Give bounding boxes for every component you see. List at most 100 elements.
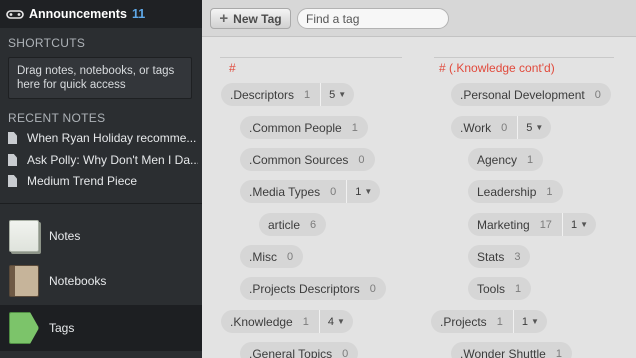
child-count: 5 — [329, 88, 336, 101]
recent-note-item[interactable]: Medium Trend Piece — [8, 172, 198, 190]
child-count: 1 — [521, 315, 528, 328]
recent-note-title: Medium Trend Piece — [27, 174, 138, 188]
account-header[interactable]: Announcements 11 — [0, 0, 202, 28]
tags-icon — [9, 312, 39, 344]
tag-name: Stats — [477, 249, 505, 264]
recent-note-title: When Ryan Holiday recomme... — [27, 131, 197, 145]
tag-item[interactable]: .Media Types 0 1 ▼ — [240, 180, 381, 203]
child-tags-dropdown[interactable]: 5 ▼ — [517, 116, 551, 139]
tag-item[interactable]: .General Topics 0 — [240, 342, 359, 358]
child-tags-dropdown[interactable]: 1 ▼ — [346, 180, 380, 203]
nav-item-tags[interactable]: Tags — [0, 305, 202, 351]
column-heading: # (.Knowledge cont'd) — [439, 61, 555, 75]
tag-item[interactable]: .Descriptors 1 5 ▼ — [221, 83, 355, 106]
tag-item[interactable]: .Knowledge 1 4 ▼ — [221, 310, 353, 333]
tag-count: 1 — [546, 185, 553, 198]
tag-count: 1 — [351, 121, 358, 134]
tag-count: 1 — [304, 88, 311, 101]
tag-item[interactable]: .Wonder Shuttle 1 — [451, 342, 572, 358]
recent-note-item[interactable]: Ask Polly: Why Don't Men I Da... — [8, 151, 198, 169]
nav-item-label: Notebooks — [49, 274, 107, 288]
recent-notes-heading: RECENT NOTES — [8, 111, 106, 125]
shortcuts-drop-zone[interactable]: Drag notes, notebooks, or tags here for … — [8, 57, 192, 99]
tag-item[interactable]: .Common Sources 0 — [240, 148, 375, 171]
column-divider — [434, 57, 614, 58]
tag-name: Tools — [477, 281, 506, 296]
tag-item[interactable]: article 6 — [259, 213, 327, 236]
tag-item[interactable]: .Projects 1 1 ▼ — [431, 310, 547, 333]
tag-name: Agency — [477, 152, 518, 167]
nav-item-notebooks[interactable]: Notebooks — [0, 258, 202, 304]
child-tags-dropdown[interactable]: 5 ▼ — [320, 83, 354, 106]
document-icon — [8, 175, 17, 187]
tag-count: 17 — [539, 218, 552, 231]
tag-name: .General Topics — [249, 346, 333, 358]
new-tag-button[interactable]: + New Tag — [210, 8, 291, 29]
tag-count: 1 — [527, 153, 534, 166]
child-count: 1 — [570, 218, 578, 231]
child-tags-dropdown[interactable]: 4 ▼ — [318, 310, 353, 333]
tag-item[interactable]: Leadership 1 — [468, 180, 563, 203]
child-count: 5 — [526, 121, 533, 134]
tag-item[interactable]: .Personal Development 0 — [451, 83, 611, 106]
plus-icon: + — [219, 10, 229, 27]
sidebar: Announcements 11 SHORTCUTS Drag notes, n… — [0, 0, 202, 358]
tag-count: 0 — [358, 153, 365, 166]
tag-name: .Common People — [249, 120, 342, 135]
tag-count: 0 — [594, 88, 601, 101]
tag-name: article — [268, 217, 301, 232]
tag-count: 3 — [514, 250, 521, 263]
caret-down-icon: ▼ — [530, 317, 539, 326]
tag-count: 6 — [310, 218, 317, 231]
tag-item[interactable]: .Common People 1 — [240, 116, 368, 139]
child-tags-dropdown[interactable]: 1 ▼ — [512, 310, 547, 333]
recent-note-title: Ask Polly: Why Don't Men I Da... — [27, 153, 198, 167]
tag-item[interactable]: .Projects Descriptors 0 — [240, 277, 386, 300]
tag-item[interactable]: .Work 0 5 ▼ — [451, 116, 552, 139]
caret-down-icon: ▼ — [336, 317, 345, 326]
tag-count: 1 — [302, 315, 309, 328]
tag-count: 1 — [496, 315, 503, 328]
nav-item-label: Notes — [49, 229, 81, 243]
account-label: Announcements — [29, 7, 127, 21]
tag-count: 0 — [369, 282, 376, 295]
tag-count: 0 — [342, 347, 349, 358]
account-count: 11 — [131, 7, 146, 21]
child-tags-dropdown[interactable]: 1 ▼ — [561, 213, 596, 236]
caret-down-icon: ▼ — [580, 220, 588, 229]
tags-pane: + New Tag # # (.Knowledge cont'd) .Descr… — [202, 0, 636, 358]
tag-name: .Personal Development — [460, 87, 585, 102]
toolbar: + New Tag — [202, 0, 636, 37]
caret-down-icon: ▼ — [338, 90, 347, 99]
megaphone-icon — [6, 9, 24, 19]
sidebar-divider — [0, 203, 202, 204]
tag-item[interactable]: Agency 1 — [468, 148, 544, 171]
tag-count: 0 — [501, 121, 508, 134]
new-tag-label: New Tag — [233, 11, 282, 26]
notes-icon — [9, 220, 39, 252]
recent-note-item[interactable]: When Ryan Holiday recomme... — [8, 129, 198, 147]
notebooks-icon — [9, 265, 39, 297]
document-icon — [8, 132, 17, 144]
tag-name: .Misc — [249, 249, 277, 264]
tag-item[interactable]: Tools 1 — [468, 277, 532, 300]
find-tag-input[interactable] — [297, 8, 449, 29]
tag-count: 0 — [330, 185, 337, 198]
tag-name: .Projects — [440, 314, 487, 329]
tag-name: .Work — [460, 120, 492, 135]
tag-name: .Descriptors — [230, 87, 295, 102]
child-count: 1 — [355, 185, 362, 198]
column-heading: # — [229, 61, 236, 75]
tag-count: 1 — [515, 282, 522, 295]
tag-name: Marketing — [477, 217, 530, 232]
document-icon — [8, 154, 17, 166]
tag-count: 0 — [287, 250, 294, 263]
caret-down-icon: ▼ — [535, 123, 544, 132]
nav-item-notes[interactable]: Notes — [0, 213, 202, 259]
tag-name: .Projects Descriptors — [249, 281, 360, 296]
tag-item[interactable]: Marketing 17 1 ▼ — [468, 213, 596, 236]
nav-item-label: Tags — [49, 321, 75, 335]
tag-item[interactable]: .Misc 0 — [240, 245, 304, 268]
tag-name: .Knowledge — [230, 314, 293, 329]
tag-item[interactable]: Stats 3 — [468, 245, 531, 268]
